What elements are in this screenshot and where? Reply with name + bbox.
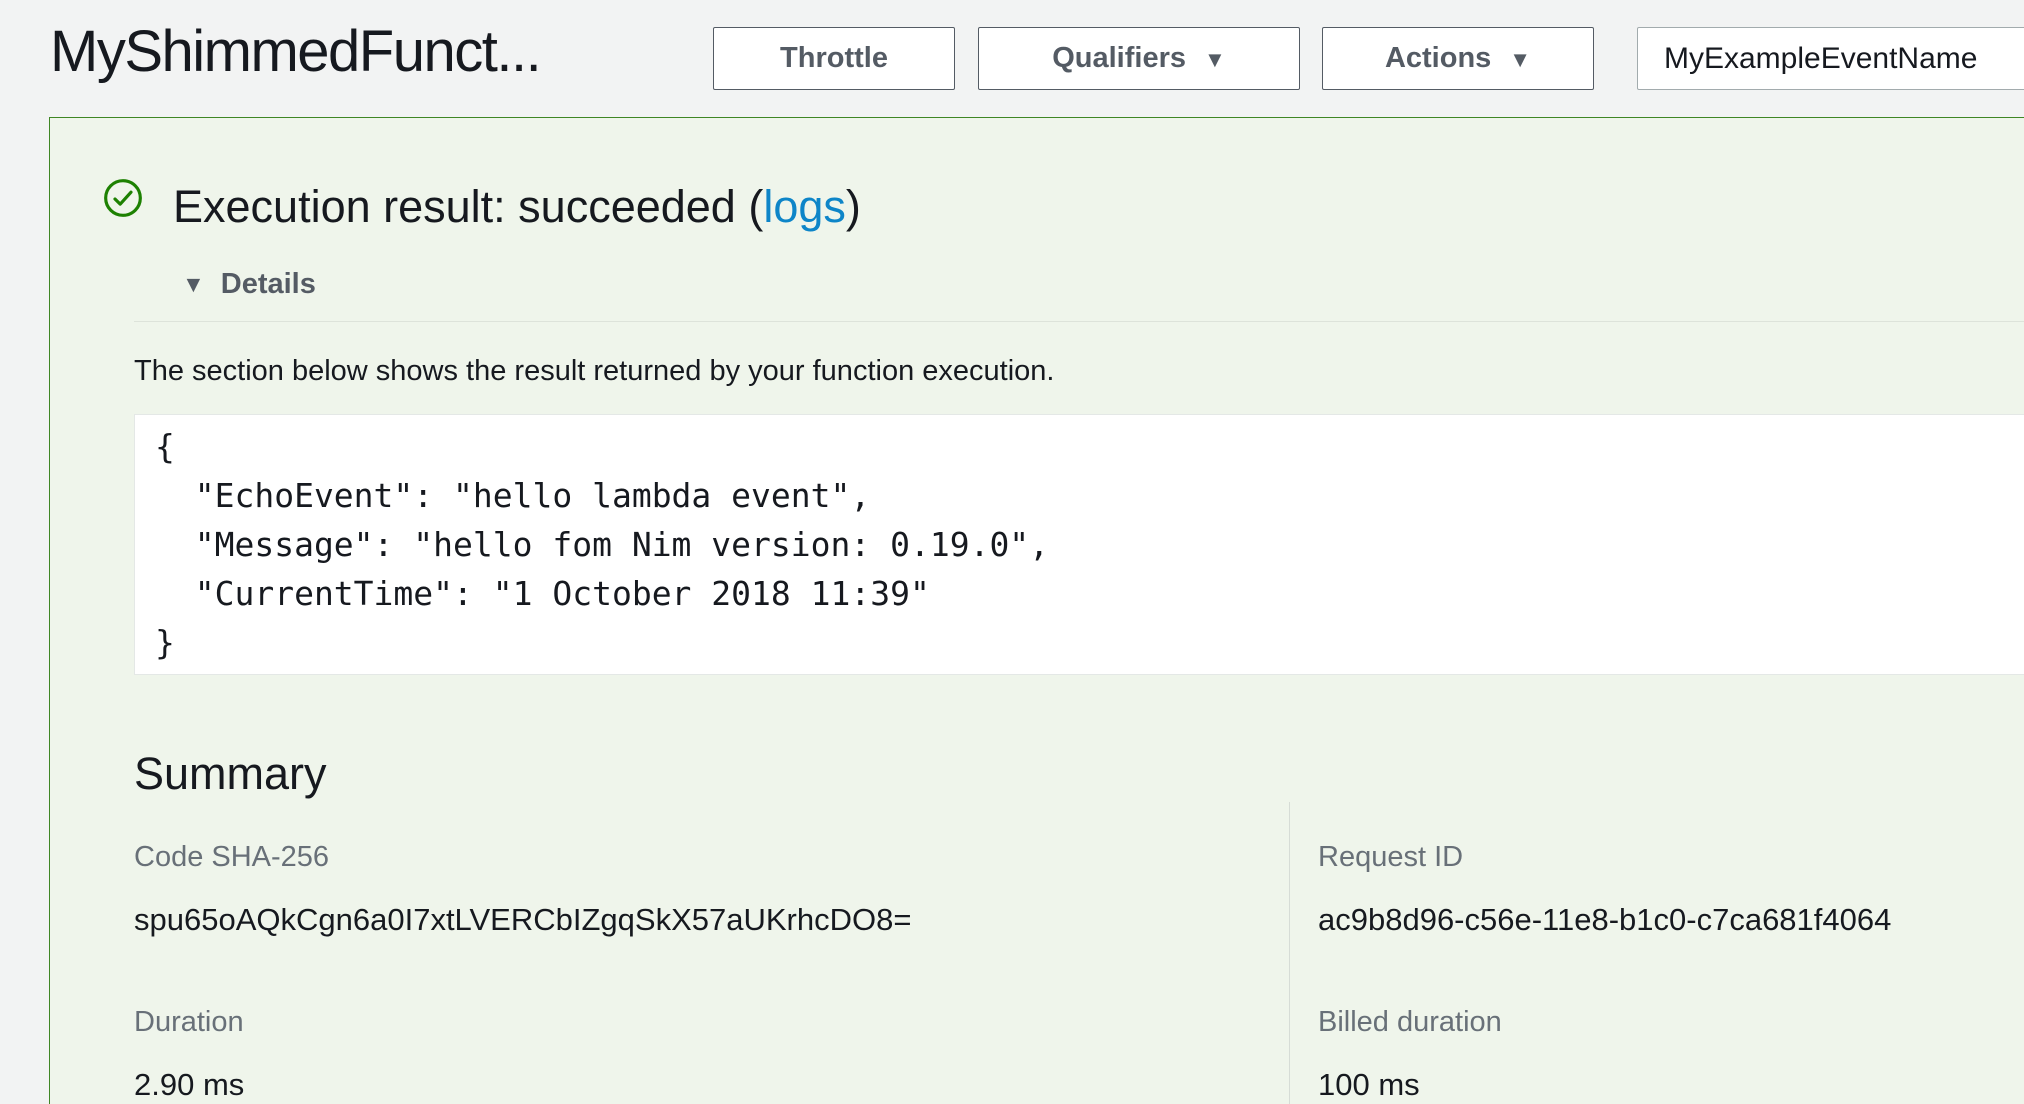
summary-field-label: Request ID <box>1318 837 1891 877</box>
test-event-selector[interactable]: MyExampleEventName <box>1637 27 2024 90</box>
summary-field-duration: Duration 2.90 ms <box>134 1002 244 1104</box>
summary-field-label: Duration <box>134 1002 244 1042</box>
throttle-button-label: Throttle <box>780 42 888 75</box>
summary-field-billed-duration: Billed duration 100 ms <box>1318 1002 1502 1104</box>
details-toggle[interactable]: ▼ Details <box>182 268 316 301</box>
summary-field-label: Billed duration <box>1318 1002 1502 1042</box>
details-divider <box>134 321 2024 322</box>
success-check-icon <box>103 178 143 218</box>
result-description: The section below shows the result retur… <box>134 355 1054 388</box>
summary-field-value: 100 ms <box>1318 1065 1502 1104</box>
summary-field-value: 2.90 ms <box>134 1065 244 1104</box>
result-json-output: { "EchoEvent": "hello lambda event", "Me… <box>134 414 2024 675</box>
qualifiers-button[interactable]: Qualifiers ▼ <box>978 27 1300 90</box>
actions-button[interactable]: Actions ▼ <box>1322 27 1594 90</box>
chevron-down-icon: ▼ <box>1509 49 1531 71</box>
page-title: MyShimmedFunct... <box>50 18 540 85</box>
lambda-console-screen: MyShimmedFunct... Throttle Qualifiers ▼ … <box>0 0 2024 1104</box>
test-event-selector-value: MyExampleEventName <box>1664 42 1977 76</box>
summary-field-label: Code SHA-256 <box>134 837 911 877</box>
summary-field-code-sha256: Code SHA-256 spu65oAQkCgn6a0I7xtLVERCbIZ… <box>134 837 911 940</box>
logs-link[interactable]: logs <box>763 181 846 232</box>
details-toggle-label: Details <box>221 268 316 301</box>
summary-heading: Summary <box>134 748 327 800</box>
execution-result-text: Execution result: succeeded ( <box>173 181 763 232</box>
summary-field-request-id: Request ID ac9b8d96-c56e-11e8-b1c0-c7ca6… <box>1318 837 1891 940</box>
execution-result-text-close: ) <box>846 181 861 232</box>
throttle-button[interactable]: Throttle <box>713 27 955 90</box>
qualifiers-button-label: Qualifiers <box>1052 42 1186 75</box>
execution-result-heading: Execution result: succeeded (logs) <box>173 181 861 233</box>
triangle-down-icon: ▼ <box>182 273 205 296</box>
summary-column-divider <box>1289 802 1290 1104</box>
summary-field-value: ac9b8d96-c56e-11e8-b1c0-c7ca681f4064 <box>1318 900 1891 940</box>
chevron-down-icon: ▼ <box>1204 49 1226 71</box>
execution-result-panel: Execution result: succeeded (logs) ▼ Det… <box>49 117 2024 1104</box>
actions-button-label: Actions <box>1385 42 1491 75</box>
summary-field-value: spu65oAQkCgn6a0I7xtLVERCbIZgqSkX57aUKrhc… <box>134 900 911 940</box>
